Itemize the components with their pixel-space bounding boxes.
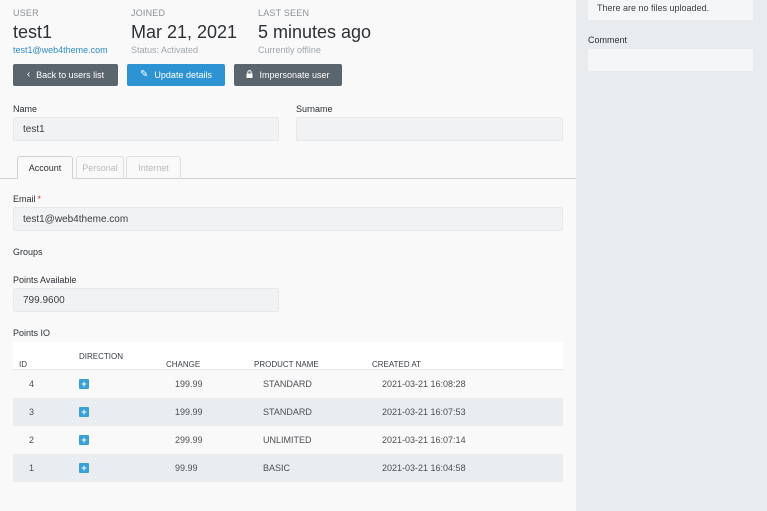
points-available-label: Points Available xyxy=(13,275,77,285)
sidebar: There are no files uploaded. Comment xyxy=(576,0,767,511)
table-row: 2 + 299.99 UNLIMITED 2021-03-21 16:07:14 xyxy=(13,426,563,454)
name-label: Name xyxy=(13,104,38,114)
comment-field[interactable] xyxy=(588,49,753,71)
row-change: 299.99 xyxy=(175,435,203,445)
row-created: 2021-03-21 16:04:58 xyxy=(382,463,466,473)
direction-cell: + xyxy=(79,398,89,426)
user-email-link[interactable]: test1@web4theme.com xyxy=(13,45,108,55)
plus-icon: + xyxy=(79,379,89,389)
email-field[interactable]: test1@web4theme.com xyxy=(13,207,563,231)
row-created: 2021-03-21 16:07:53 xyxy=(382,407,466,417)
joined-date: Mar 21, 2021 xyxy=(131,22,238,42)
row-id: 4 xyxy=(29,379,35,389)
col-id: ID xyxy=(19,360,27,369)
comment-label: Comment xyxy=(588,35,628,45)
last-seen-value: 5 minutes ago xyxy=(258,22,372,42)
files-list: There are no files uploaded. xyxy=(588,0,753,20)
row-created: 2021-03-21 16:07:14 xyxy=(382,435,466,445)
tab-personal[interactable]: Personal xyxy=(76,156,124,179)
row-product: STANDARD xyxy=(263,407,312,417)
points-available-field[interactable]: 799.9600 xyxy=(13,288,279,312)
col-direction: DIRECTION xyxy=(79,352,123,361)
email-label: Email * xyxy=(13,194,41,204)
direction-cell: + xyxy=(79,370,89,398)
surname-field[interactable] xyxy=(296,117,563,141)
col-change: CHANGE xyxy=(166,360,201,369)
account-status: Status: Activated xyxy=(131,45,199,55)
points-io-label: Points IO xyxy=(13,328,51,338)
row-id: 3 xyxy=(29,407,35,417)
email-label-text: Email xyxy=(13,194,36,204)
row-change: 199.99 xyxy=(175,379,203,389)
user-stat: USER test1 test1@web4theme.com xyxy=(13,8,108,55)
table-header: ID DIRECTION CHANGE PRODUCT NAME CREATED… xyxy=(13,342,563,370)
col-created-at: CREATED AT xyxy=(372,360,422,369)
row-change: 99.99 xyxy=(175,463,198,473)
row-product: UNLIMITED xyxy=(263,435,312,445)
name-field[interactable]: test1 xyxy=(13,117,279,141)
groups-label: Groups xyxy=(13,247,43,257)
joined-stat-label: JOINED xyxy=(131,8,166,18)
last-seen-stat: LAST SEEN 5 minutes ago Currently offlin… xyxy=(258,8,371,55)
row-product: STANDARD xyxy=(263,379,312,389)
update-details-button[interactable]: ✎ Update details xyxy=(127,64,225,86)
required-marker: * xyxy=(37,194,42,204)
lock-icon xyxy=(246,69,253,81)
last-seen-label: LAST SEEN xyxy=(258,8,310,18)
back-button-label: Back to users list xyxy=(36,70,105,80)
username: test1 xyxy=(13,22,53,42)
points-io-table: ID DIRECTION CHANGE PRODUCT NAME CREATED… xyxy=(13,342,563,482)
impersonate-user-button[interactable]: Impersonate user xyxy=(234,64,342,86)
tab-internet[interactable]: Internet xyxy=(126,156,181,179)
user-stat-label: USER xyxy=(13,8,39,18)
row-id: 2 xyxy=(29,435,35,445)
direction-cell: + xyxy=(79,454,89,482)
row-id: 1 xyxy=(29,463,35,473)
online-status: Currently offline xyxy=(258,45,321,55)
surname-label: Surname xyxy=(296,104,333,114)
col-product-name: PRODUCT NAME xyxy=(254,360,319,369)
plus-icon: + xyxy=(79,463,89,473)
row-created: 2021-03-21 16:08:28 xyxy=(382,379,466,389)
tab-account[interactable]: Account xyxy=(17,156,73,179)
plus-icon: + xyxy=(79,407,89,417)
pencil-icon: ✎ xyxy=(140,69,149,80)
table-row: 4 + 199.99 STANDARD 2021-03-21 16:08:28 xyxy=(13,370,563,398)
direction-cell: + xyxy=(79,426,89,454)
table-row: 3 + 199.99 STANDARD 2021-03-21 16:07:53 xyxy=(13,398,563,426)
plus-icon: + xyxy=(79,435,89,445)
joined-stat: JOINED Mar 21, 2021 Status: Activated xyxy=(131,8,237,55)
row-change: 199.99 xyxy=(175,407,203,417)
update-button-label: Update details xyxy=(154,70,212,80)
chevron-left-icon: ‹ xyxy=(26,69,31,80)
back-to-users-button[interactable]: ‹ Back to users list xyxy=(13,64,118,86)
row-product: BASIC xyxy=(263,463,291,473)
main-panel: USER test1 test1@web4theme.com JOINED Ma… xyxy=(0,0,576,511)
table-row: 1 + 99.99 BASIC 2021-03-21 16:04:58 xyxy=(13,454,563,482)
impersonate-button-label: Impersonate user xyxy=(259,70,330,80)
